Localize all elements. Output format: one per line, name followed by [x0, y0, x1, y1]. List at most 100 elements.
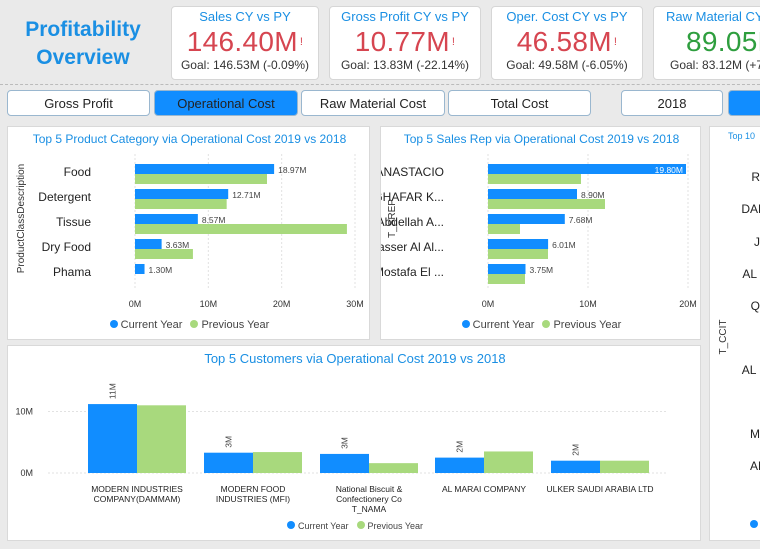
category-label: COMPANY(DAMMAM) [94, 494, 181, 504]
data-label: 8.57M [202, 215, 226, 225]
chart-legend: Current Year Previous Year [381, 319, 702, 331]
bar-current-year [551, 460, 600, 473]
warning-indicator-icon: ! [299, 36, 304, 48]
legend-current-dot-icon [109, 320, 118, 328]
raw-material-cost-button[interactable]: Raw Material Cost [301, 90, 445, 116]
legend-previous: Previous Year [542, 319, 621, 331]
bar-current-year [135, 214, 198, 224]
category-label: Tissue [56, 215, 91, 229]
legend-previous-dot-icon [190, 320, 199, 328]
bar-current-year [135, 264, 145, 274]
kpi-card-sales: Sales CY vs PY 146.40M! Goal: 146.53M (-… [171, 6, 319, 80]
kpi-card-raw-material: Raw Material CY 89.05M Goal: 83.12M (+7 [653, 6, 760, 80]
warning-indicator-icon: ! [613, 36, 618, 48]
bar-current-year [204, 452, 253, 473]
total-cost-button[interactable]: Total Cost [448, 90, 591, 116]
category-label: MODERN INDUSTRIES [91, 484, 183, 494]
legend-previous: Previous Year [356, 521, 423, 531]
category-label: Mostafa El ... [381, 265, 444, 279]
kpi-card-gross-profit: Gross Profit CY vs PY 10.77M! Goal: 13.8… [329, 6, 481, 80]
legend-current: Current Year [109, 319, 182, 331]
y-tick-label: 0M [20, 468, 33, 478]
legend-current-dot-icon [750, 520, 758, 528]
kpi-title: Oper. Cost CY vs PY [506, 9, 628, 24]
legend-previous-dot-icon [356, 521, 365, 529]
product-category-panel: Top 5 Product Category via Operational C… [7, 126, 370, 340]
kpi-title: Raw Material CY [666, 9, 760, 24]
legend-current-dot-icon [461, 320, 470, 328]
bar-current-year [135, 189, 229, 199]
data-label: 3M [224, 436, 234, 448]
page-title-line2: Overview [36, 46, 130, 69]
operational-cost-button[interactable]: Operational Cost [154, 90, 298, 116]
page-title: Profitability Overview [8, 8, 158, 80]
bar-previous-year [488, 174, 581, 184]
category-label: Dry Food [42, 240, 91, 254]
kpi-value: 146.40M! [186, 26, 304, 57]
data-label: 11M [108, 383, 118, 399]
header-divider [0, 84, 760, 86]
bar-previous-year [600, 460, 649, 473]
data-label: 7.68M [569, 215, 593, 225]
bar-previous-year [135, 174, 267, 184]
bar-current-year [320, 453, 369, 473]
category-label: RE [751, 170, 760, 184]
category-label: Phama [53, 265, 91, 279]
bar-current-year [135, 164, 275, 174]
category-label: MA [750, 427, 760, 441]
category-label: National Biscuit & [336, 484, 403, 494]
bar-previous-year [137, 405, 186, 473]
category-label: QA [751, 299, 760, 313]
bar-previous-year [135, 249, 193, 259]
y-tick-label: 10M [15, 406, 33, 416]
bar-previous-year [135, 199, 227, 209]
kpi-value: 46.58M! [516, 26, 618, 57]
data-label: 19.80M [655, 165, 683, 175]
sales-rep-panel: Top 5 Sales Rep via Operational Cost 201… [380, 126, 701, 340]
data-label: 18.97M [278, 165, 306, 175]
bar-current-year [135, 239, 162, 249]
kpi-title: Gross Profit CY vs PY [341, 9, 469, 24]
legend-previous-dot-icon [542, 320, 551, 328]
category-label: Yasser Al Al... [381, 240, 444, 254]
gross-profit-button[interactable]: Gross Profit [7, 90, 150, 116]
category-label: AL MARAI COMPANY [442, 484, 526, 494]
bar-previous-year [484, 451, 533, 473]
data-label: 1.30M [149, 265, 173, 275]
bar-previous-year [253, 452, 302, 473]
bar-current-year [488, 214, 565, 224]
x-tick-label: 0M [482, 299, 495, 309]
year-2018-button[interactable]: 2018 [621, 90, 723, 116]
kpi-value: 89.05M [686, 26, 760, 57]
category-label: AL H [742, 363, 760, 377]
kpi-goal: Goal: 146.53M (-0.09%) [180, 58, 310, 72]
bar-previous-year [488, 199, 605, 209]
bar-current-year [488, 239, 549, 249]
customers-chart: 0M 10M 11M MODERN INDUSTRIESCOMPANY(DAMMAM)… [15, 383, 668, 514]
data-label: 2M [455, 441, 465, 453]
x-tick-label: 20M [273, 299, 291, 309]
category-label: JE [754, 235, 760, 249]
y-axis-title: T_CCIT [718, 320, 729, 355]
kpi-goal: Goal: 83.12M (+7 [670, 58, 760, 72]
kpi-card-oper-cost: Oper. Cost CY vs PY 46.58M! Goal: 49.58M… [491, 6, 643, 80]
bar-previous-year [369, 463, 418, 473]
category-label: DAM [741, 202, 760, 216]
x-tick-label: 10M [579, 299, 597, 309]
category-label: T_NAMA [352, 504, 387, 514]
data-label: 6.01M [552, 240, 576, 250]
chart-legend: Current Year Previous Year [8, 319, 371, 331]
bar-current-year [88, 404, 137, 473]
product-category-chart: 0M 10M 20M 30M ProductClassDescription Food 18… [16, 154, 364, 309]
bar-current-year [488, 264, 526, 274]
category-label: ULKER SAUDI ARABIA LTD [546, 484, 653, 494]
category-label: INDUSTRIES (MFI) [216, 494, 290, 504]
x-tick-label: 10M [200, 299, 218, 309]
data-label: 8.90M [581, 190, 605, 200]
data-label: 12.71M [232, 190, 260, 200]
x-tick-label: 20M [679, 299, 697, 309]
legend-current: Current Year [461, 319, 534, 331]
year-2019-button[interactable] [728, 90, 760, 116]
sales-rep-chart: 0M10M20MT_SREPANASTACIO19.80MGHAFAR K...… [381, 154, 697, 309]
x-tick-label: 0M [129, 299, 142, 309]
